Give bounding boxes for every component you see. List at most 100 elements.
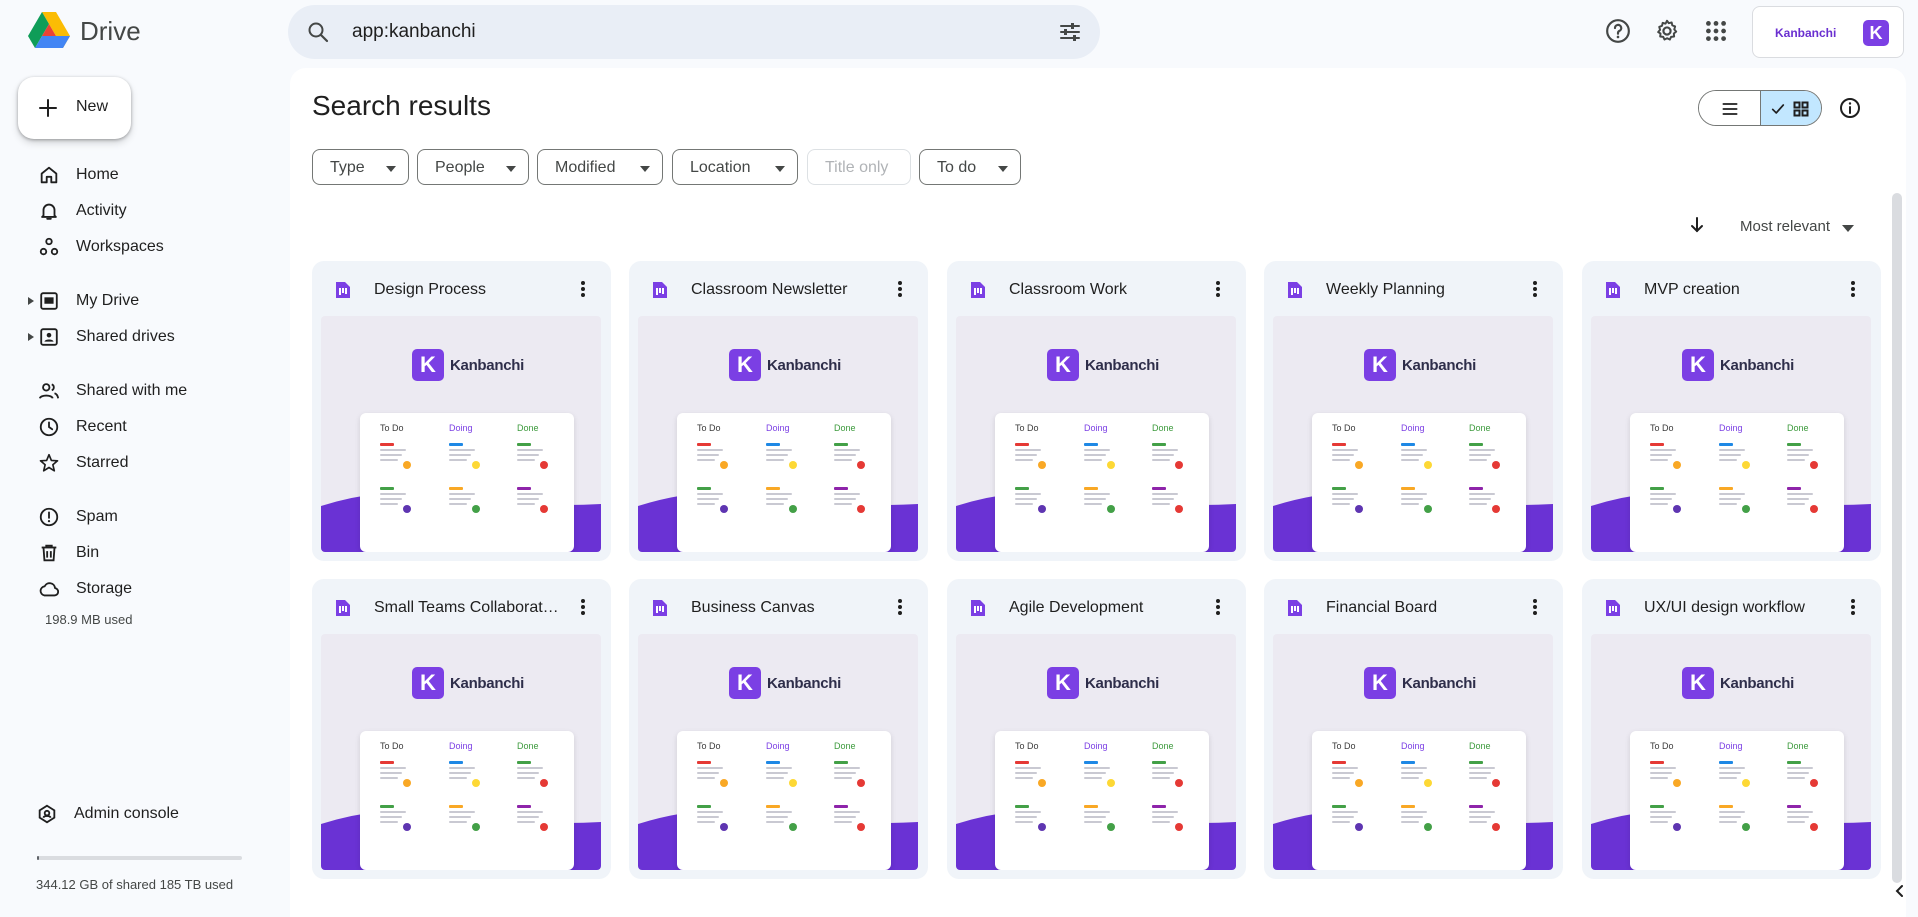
sort-selector[interactable]: Most relevant — [1740, 218, 1830, 235]
more-actions-icon[interactable] — [1532, 597, 1538, 617]
card-status-dot — [403, 505, 411, 513]
grid-view-button[interactable] — [1761, 91, 1821, 125]
sort-dropdown-arrow-icon[interactable] — [1842, 225, 1854, 232]
file-card[interactable]: Classroom Work K Kanbanchi To Do Doing Done — [947, 261, 1246, 561]
sidebar-item-home[interactable]: Home — [24, 159, 274, 191]
card-text-line — [1332, 459, 1350, 461]
scrollbar[interactable] — [1892, 193, 1902, 883]
sidebar-item-storage[interactable]: Storage — [24, 573, 274, 605]
filter-to-do[interactable]: To do — [919, 149, 1021, 185]
card-text-line — [1401, 493, 1427, 495]
file-card[interactable]: Agile Development K Kanbanchi To Do Doing Don… — [947, 579, 1246, 879]
expand-caret-icon[interactable] — [27, 296, 35, 306]
file-card[interactable]: Business Canvas K Kanbanchi To Do Doing Done — [629, 579, 928, 879]
card-tag-line — [380, 443, 394, 446]
card-text-line — [1152, 816, 1174, 818]
sidebar-item-bin[interactable]: Bin — [24, 537, 274, 569]
file-card[interactable]: Weekly Planning K Kanbanchi To Do Doing Done — [1264, 261, 1563, 561]
more-actions-icon[interactable] — [1215, 279, 1221, 299]
sidebar-item-spam[interactable]: Spam — [24, 501, 274, 533]
card-status-dot — [1742, 823, 1750, 831]
account-avatar: K — [1863, 20, 1889, 46]
file-card[interactable]: Small Teams Collaboration K Kanbanchi To Do… — [312, 579, 611, 879]
help-icon[interactable] — [1605, 18, 1631, 44]
file-card[interactable]: Design Process K Kanbanchi To Do Doing Done — [312, 261, 611, 561]
search-bar[interactable] — [288, 5, 1100, 59]
file-thumbnail[interactable]: K Kanbanchi To Do Doing Done — [638, 316, 918, 552]
filter-people[interactable]: People — [417, 149, 529, 185]
sidebar-item-label: Starred — [76, 454, 129, 471]
sidebar-item-shared-with-me[interactable]: Shared with me — [24, 375, 274, 407]
account-switcher[interactable]: Kanbanchi K — [1752, 6, 1904, 58]
card-text-line — [449, 454, 471, 456]
file-card[interactable]: MVP creation K Kanbanchi To Do Doing Done — [1582, 261, 1881, 561]
search-options-icon[interactable] — [1058, 20, 1082, 44]
card-status-dot — [1492, 505, 1500, 513]
search-input[interactable] — [352, 17, 1002, 47]
more-actions-icon[interactable] — [897, 279, 903, 299]
board-column-header: To Do — [1332, 423, 1356, 433]
file-card[interactable]: UX/UI design workflow K Kanbanchi To Do Doin… — [1582, 579, 1881, 879]
card-text-line — [1650, 767, 1676, 769]
card-status-dot — [1175, 505, 1183, 513]
card-text-line — [1401, 498, 1423, 500]
info-icon[interactable] — [1838, 96, 1862, 120]
file-thumbnail[interactable]: K Kanbanchi To Do Doing Done — [1591, 316, 1871, 552]
card-text-line — [380, 503, 398, 505]
collapse-panel-chevron-icon[interactable] — [1893, 884, 1907, 898]
card-tag-line — [1469, 805, 1483, 808]
filter-location[interactable]: Location — [672, 149, 798, 185]
filter-type[interactable]: Type — [312, 149, 409, 185]
card-text-line — [1401, 503, 1419, 505]
filter-modified[interactable]: Modified — [537, 149, 663, 185]
sidebar-item-recent[interactable]: Recent — [24, 411, 274, 443]
card-status-dot — [472, 505, 480, 513]
card-text-line — [1152, 449, 1178, 451]
file-thumbnail[interactable]: K Kanbanchi To Do Doing Done — [1273, 316, 1553, 552]
more-actions-icon[interactable] — [1532, 279, 1538, 299]
new-button[interactable]: New — [18, 77, 131, 139]
file-thumbnail[interactable]: K Kanbanchi To Do Doing Done — [638, 634, 918, 870]
top-bar: Drive Kanbanchi K — [0, 0, 1918, 64]
settings-gear-icon[interactable] — [1654, 18, 1680, 44]
sidebar-item-shared-drives[interactable]: Shared drives — [24, 321, 274, 353]
card-status-dot — [1355, 823, 1363, 831]
drive-logo[interactable]: Drive — [28, 12, 141, 50]
admin-console-link[interactable]: Admin console — [24, 798, 274, 830]
sidebar-item-activity[interactable]: Activity — [24, 195, 274, 227]
more-actions-icon[interactable] — [1215, 597, 1221, 617]
file-thumbnail[interactable]: K Kanbanchi To Do Doing Done — [321, 316, 601, 552]
card-tag-line — [517, 805, 531, 808]
list-view-button[interactable] — [1699, 91, 1761, 125]
file-thumbnail[interactable]: K Kanbanchi To Do Doing Done — [321, 634, 601, 870]
sidebar-item-my-drive[interactable]: My Drive — [24, 285, 274, 317]
card-text-line — [1015, 454, 1037, 456]
more-actions-icon[interactable] — [580, 279, 586, 299]
more-actions-icon[interactable] — [580, 597, 586, 617]
sidebar-item-workspaces[interactable]: Workspaces — [24, 231, 274, 263]
file-thumbnail[interactable]: K Kanbanchi To Do Doing Done — [1273, 634, 1553, 870]
board-preview: To Do Doing Done — [1630, 413, 1844, 552]
sidebar-item-label: Shared drives — [76, 328, 175, 345]
shared-drives-icon — [40, 328, 58, 346]
more-actions-icon[interactable] — [1850, 597, 1856, 617]
sort-direction-arrow-icon[interactable] — [1687, 215, 1707, 235]
more-actions-icon[interactable] — [1850, 279, 1856, 299]
app-name: Drive — [80, 15, 141, 46]
file-thumbnail[interactable]: K Kanbanchi To Do Doing Done — [1591, 634, 1871, 870]
more-actions-icon[interactable] — [897, 597, 903, 617]
search-icon[interactable] — [306, 20, 330, 44]
file-thumbnail[interactable]: K Kanbanchi To Do Doing Done — [956, 634, 1236, 870]
kanbanchi-brand: K Kanbanchi — [1682, 349, 1794, 383]
file-card[interactable]: Classroom Newsletter K Kanbanchi To Do Doing… — [629, 261, 928, 561]
filter-title-only[interactable]: Title only — [807, 149, 911, 185]
card-text-line — [1469, 767, 1495, 769]
file-thumbnail[interactable]: K Kanbanchi To Do Doing Done — [956, 316, 1236, 552]
dropdown-arrow-icon — [506, 166, 516, 172]
expand-caret-icon[interactable] — [27, 332, 35, 342]
apps-grid-icon[interactable] — [1703, 18, 1729, 44]
kanbanchi-file-icon — [336, 282, 350, 298]
card-status-dot — [472, 779, 480, 787]
file-card[interactable]: Financial Board K Kanbanchi To Do Doing Done — [1264, 579, 1563, 879]
sidebar-item-starred[interactable]: Starred — [24, 447, 274, 479]
